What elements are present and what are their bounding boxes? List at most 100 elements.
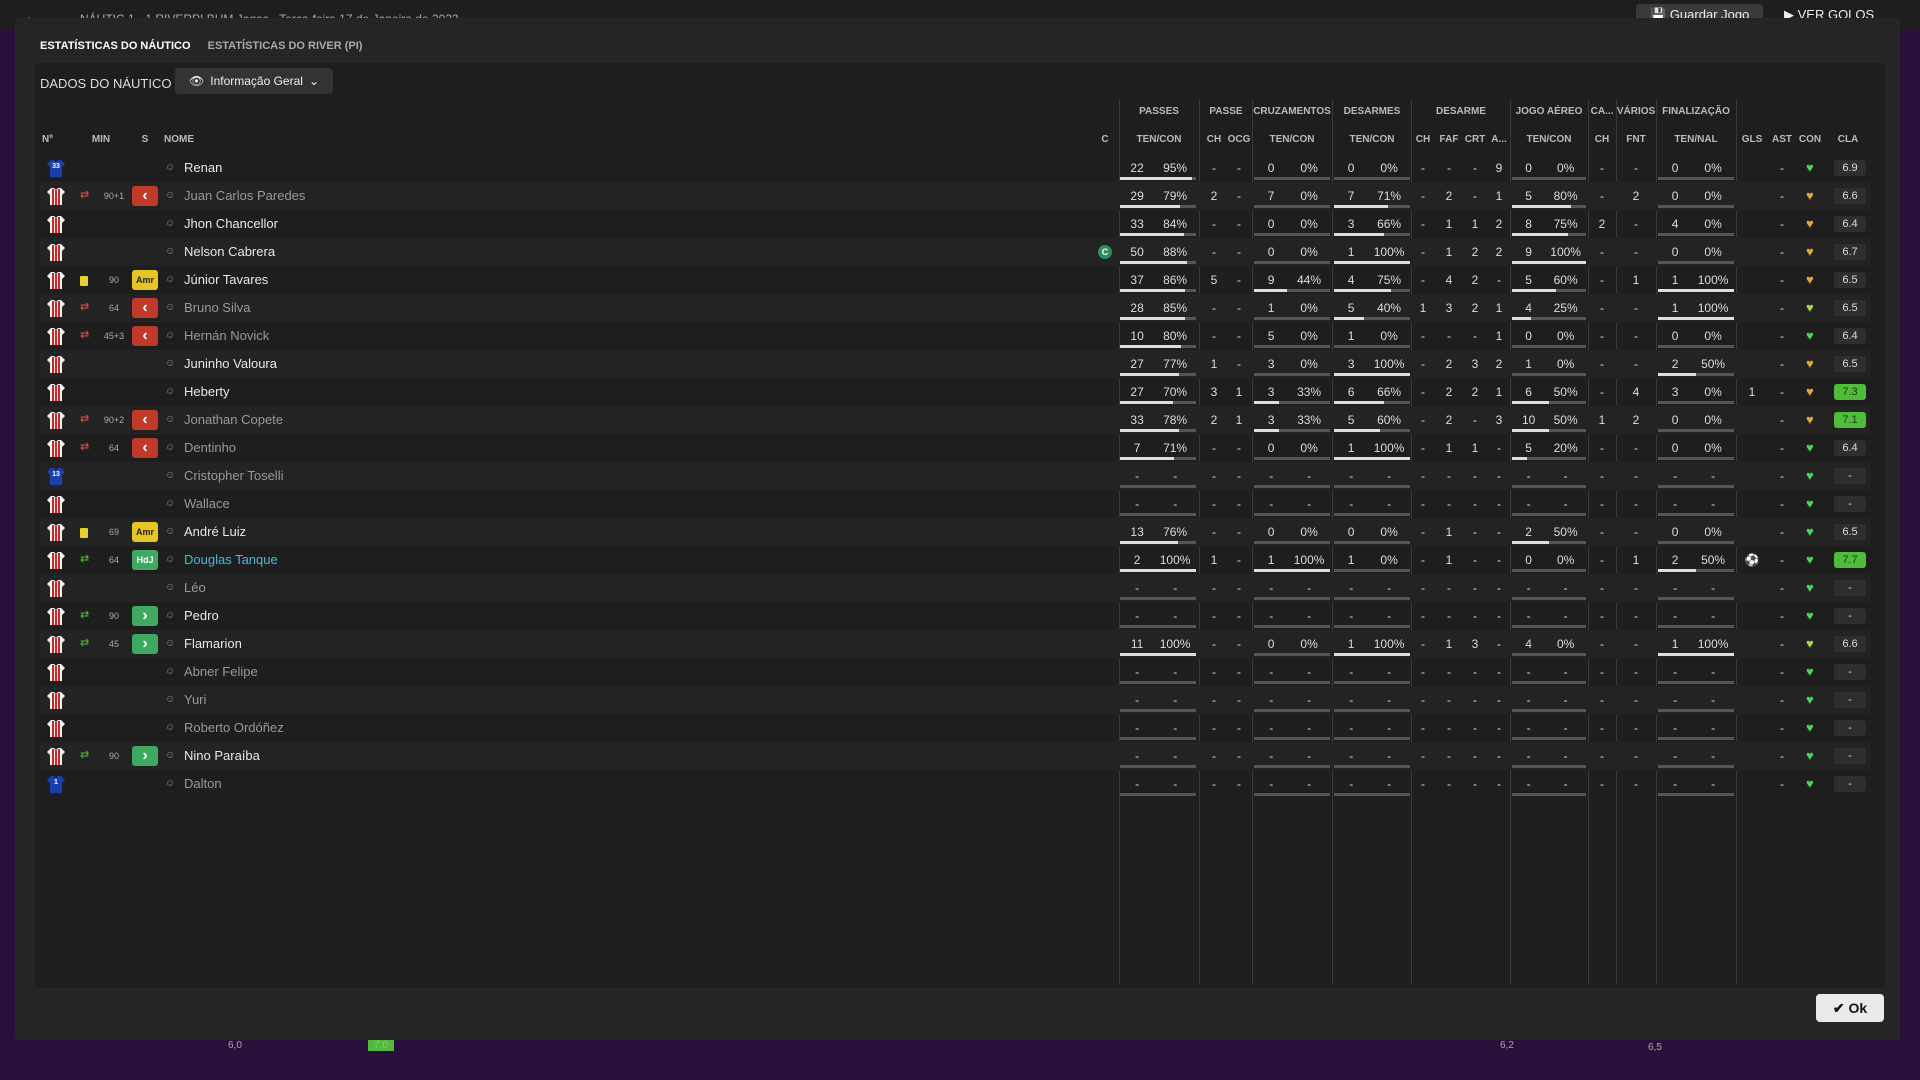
player-name[interactable]: Jonathan Copete — [184, 406, 484, 434]
minutes-played: 90+2 — [103, 415, 125, 425]
shots-bar — [1658, 765, 1734, 768]
col-des-a[interactable]: A... — [1488, 134, 1510, 145]
col-passe-ocg[interactable]: OCG — [1226, 134, 1252, 145]
col-passe-ch[interactable]: CH — [1202, 134, 1226, 145]
player-name[interactable]: Renan — [184, 154, 484, 182]
player-name[interactable]: Roberto Ordóñez — [184, 714, 484, 742]
player-name[interactable]: Yuri — [184, 686, 484, 714]
table-row[interactable]: ☺ Wallace - - - - - - - - - - - - - - - - - - - ♥ - — [40, 490, 1870, 518]
passe-ocg: - — [1237, 357, 1241, 371]
tab-river-stats[interactable]: ESTATÍSTICAS DO RIVER (PI) — [208, 40, 363, 52]
tackle-crt: - — [1473, 665, 1477, 679]
tackle-a: 2 — [1495, 245, 1503, 259]
table-row[interactable]: 33 ☺ Renan 22 95% - -0 0% 0 0% - - -9 0 0% - -0 0% - ♥ 6.9 — [40, 154, 1870, 182]
aerial-bar-fill — [1512, 317, 1531, 320]
ok-button[interactable]: ✔ Ok — [1816, 994, 1884, 1022]
person-icon: ☺ — [165, 722, 176, 733]
table-row[interactable]: ☺ Heberty 27 70% 3 1 3 33% 6 66% -2 2 1 6 50% -4 3 0% 1- ♥ 7… — [40, 378, 1870, 406]
player-name[interactable]: Douglas Tanque — [184, 546, 484, 574]
table-row[interactable]: 69 Amr ☺ André Luiz 13 76% - -0 0% 0 0% -1- -2 50% - -0… — [40, 518, 1870, 546]
passe-ch: - — [1212, 217, 1216, 231]
shots-bar-fill — [1658, 373, 1696, 376]
player-name[interactable]: Cristopher Toselli — [184, 462, 484, 490]
col-no[interactable]: Nº — [42, 134, 62, 145]
table-row[interactable]: ⇄ 64 ‹ ☺ Dentinho 7 71% - -0 0% 1 100% -1 1-5 20% - -0 0%… — [40, 434, 1870, 462]
player-name[interactable]: Juan Carlos Paredes — [184, 182, 484, 210]
info-dropdown[interactable]: 👁 Informação Geral ⌄ — [175, 68, 334, 94]
bg-value-3: 6,2 — [1500, 1040, 1514, 1051]
player-name[interactable]: Jhon Chancellor — [184, 210, 484, 238]
ca-ch: - — [1600, 581, 1604, 595]
table-row[interactable]: ☺ Roberto Ordóñez - - - - - - - - - - - - - - - - - - - ♥ - — [40, 714, 1870, 742]
table-row[interactable]: 90 Amr ☺ Júnior Tavares 37 86% 5-9 44% 4 75% -4 2-5… — [40, 266, 1870, 294]
player-name[interactable]: Dalton — [184, 770, 484, 798]
col-passes-ten-con[interactable]: TEN/CON — [1120, 134, 1198, 145]
table-row[interactable]: ☺ Nelson Cabrera C 50 88% - -0 0% 1 100% -1 2 2 9 100%… — [40, 238, 1870, 266]
table-row[interactable]: ☺ Léo - - - - - - - - - - - - - - - - - - - ♥ - — [40, 574, 1870, 602]
player-name[interactable]: Hernán Novick — [184, 322, 484, 350]
col-con[interactable]: CON — [1798, 134, 1822, 145]
passe-ch: - — [1212, 245, 1216, 259]
col-cruz-ten-con[interactable]: TEN/CON — [1252, 134, 1332, 145]
player-name[interactable]: Juninho Valoura — [184, 350, 484, 378]
col-des-ten-con[interactable]: TEN/CON — [1332, 134, 1412, 145]
table-row[interactable]: ☺ Abner Felipe - - - - - - - - - - - - - - - - - - - ♥ - — [40, 658, 1870, 686]
col-var-fnt[interactable]: FNT — [1616, 134, 1656, 145]
col-ca-ch[interactable]: CH — [1588, 134, 1616, 145]
col-cla[interactable]: CLA — [1834, 134, 1862, 145]
player-name[interactable]: Pedro — [184, 602, 484, 630]
col-nome[interactable]: NOME — [164, 134, 204, 145]
crosses-bar — [1254, 177, 1330, 180]
player-name[interactable]: Bruno Silva — [184, 294, 484, 322]
col-ast[interactable]: AST — [1770, 134, 1794, 145]
table-row[interactable]: ☺ Jhon Chancellor 33 84% - -0 0% 3 66% -1 1 2 8 75% 2-… — [40, 210, 1870, 238]
player-rating: 6.5 — [1834, 272, 1866, 288]
tab-nautico-stats[interactable]: ESTATÍSTICAS DO NÁUTICO — [40, 40, 191, 52]
player-name[interactable]: Abner Felipe — [184, 658, 484, 686]
status-badge: ‹ — [132, 410, 158, 430]
passes-bar-fill — [1120, 317, 1185, 320]
minutes-played: 64 — [108, 443, 119, 453]
table-row[interactable]: ⇄ 90+1 ‹ ☺ Juan Carlos Paredes 29 79% 2-7 0% 7 71%… — [40, 182, 1870, 210]
table-row[interactable]: ⇄ 64 ‹ ☺ Bruno Silva 28 85% - -1 0% 5 40% 1 3 2 1 4 25% - -… — [40, 294, 1870, 322]
table-row[interactable]: ⇄ 90 › ☺ Nino Paraíba - - - - - - - - - - - - - - - - - - - ♥ - — [40, 742, 1870, 770]
table-row[interactable]: ☺ Yuri - - - - - - - - - - - - - - - - - - - ♥ - — [40, 686, 1870, 714]
goals — [1740, 518, 1764, 546]
table-row[interactable]: ☺ Juninho Valoura 27 77% 1-3 0% 3 100% -2 3 2 1 0% - -… — [40, 350, 1870, 378]
table-row[interactable]: ⇄ 45+3 ‹ ☺ Hernán Novick 10 80% - -5 0% 1 0% - - -1 0 0%… — [40, 322, 1870, 350]
col-des-ch[interactable]: CH — [1412, 134, 1434, 145]
table-row[interactable]: 1 ☺ Dalton - - - - - - - - - - - - - - - - - - - ♥ - — [40, 770, 1870, 798]
col-gls[interactable]: GLS — [1740, 134, 1764, 145]
table-row[interactable]: ⇄ 64 HdJ ☺ Douglas Tanque 2 100% 1-1 100% 1 0% -1- -… — [40, 546, 1870, 574]
player-name[interactable]: Nelson Cabrera — [184, 238, 484, 266]
passes-bar — [1120, 569, 1196, 572]
passe-ch: - — [1212, 637, 1216, 651]
player-name[interactable]: Léo — [184, 574, 484, 602]
ca-ch: - — [1600, 329, 1604, 343]
player-name[interactable]: Nino Paraíba — [184, 742, 484, 770]
col-des-crt[interactable]: CRT — [1462, 134, 1488, 145]
player-name[interactable]: Júnior Tavares — [184, 266, 484, 294]
player-name[interactable]: Dentinho — [184, 434, 484, 462]
tackle-ch: - — [1421, 721, 1425, 735]
goals — [1740, 770, 1764, 798]
player-name[interactable]: Wallace — [184, 490, 484, 518]
col-s[interactable]: S — [138, 134, 152, 145]
passes-bar-fill — [1120, 401, 1174, 404]
player-name[interactable]: André Luiz — [184, 518, 484, 546]
tackles-bar — [1334, 709, 1410, 712]
table-row[interactable]: 13 ☺ Cristopher Toselli - - - - - - - - - - - - - - - - - - -… — [40, 462, 1870, 490]
player-name[interactable]: Heberty — [184, 378, 484, 406]
player-name[interactable]: Flamarion — [184, 630, 484, 658]
table-row[interactable]: ⇄ 45 › ☺ Flamarion 11 100% - -0 0% 1 100% -1 3-4 0% - -1… — [40, 630, 1870, 658]
table-row[interactable]: ⇄ 90+2 ‹ ☺ Jonathan Copete 33 78% 2 1 3 33% 5 60% -2-… — [40, 406, 1870, 434]
col-aereo-ten-con[interactable]: TEN/CON — [1510, 134, 1588, 145]
table-row[interactable]: ⇄ 90 › ☺ Pedro - - - - - - - - - - - - - - - - - - - ♥ - — [40, 602, 1870, 630]
col-fin-ten-nal[interactable]: TEN/NAL — [1656, 134, 1736, 145]
shirt-icon — [46, 718, 66, 738]
shots-bar — [1658, 709, 1734, 712]
col-c[interactable]: C — [1098, 134, 1112, 145]
goalkeeper-shirt-icon: 1 — [46, 774, 66, 794]
col-min[interactable]: MIN — [88, 134, 114, 145]
col-des-faf[interactable]: FAF — [1436, 134, 1462, 145]
